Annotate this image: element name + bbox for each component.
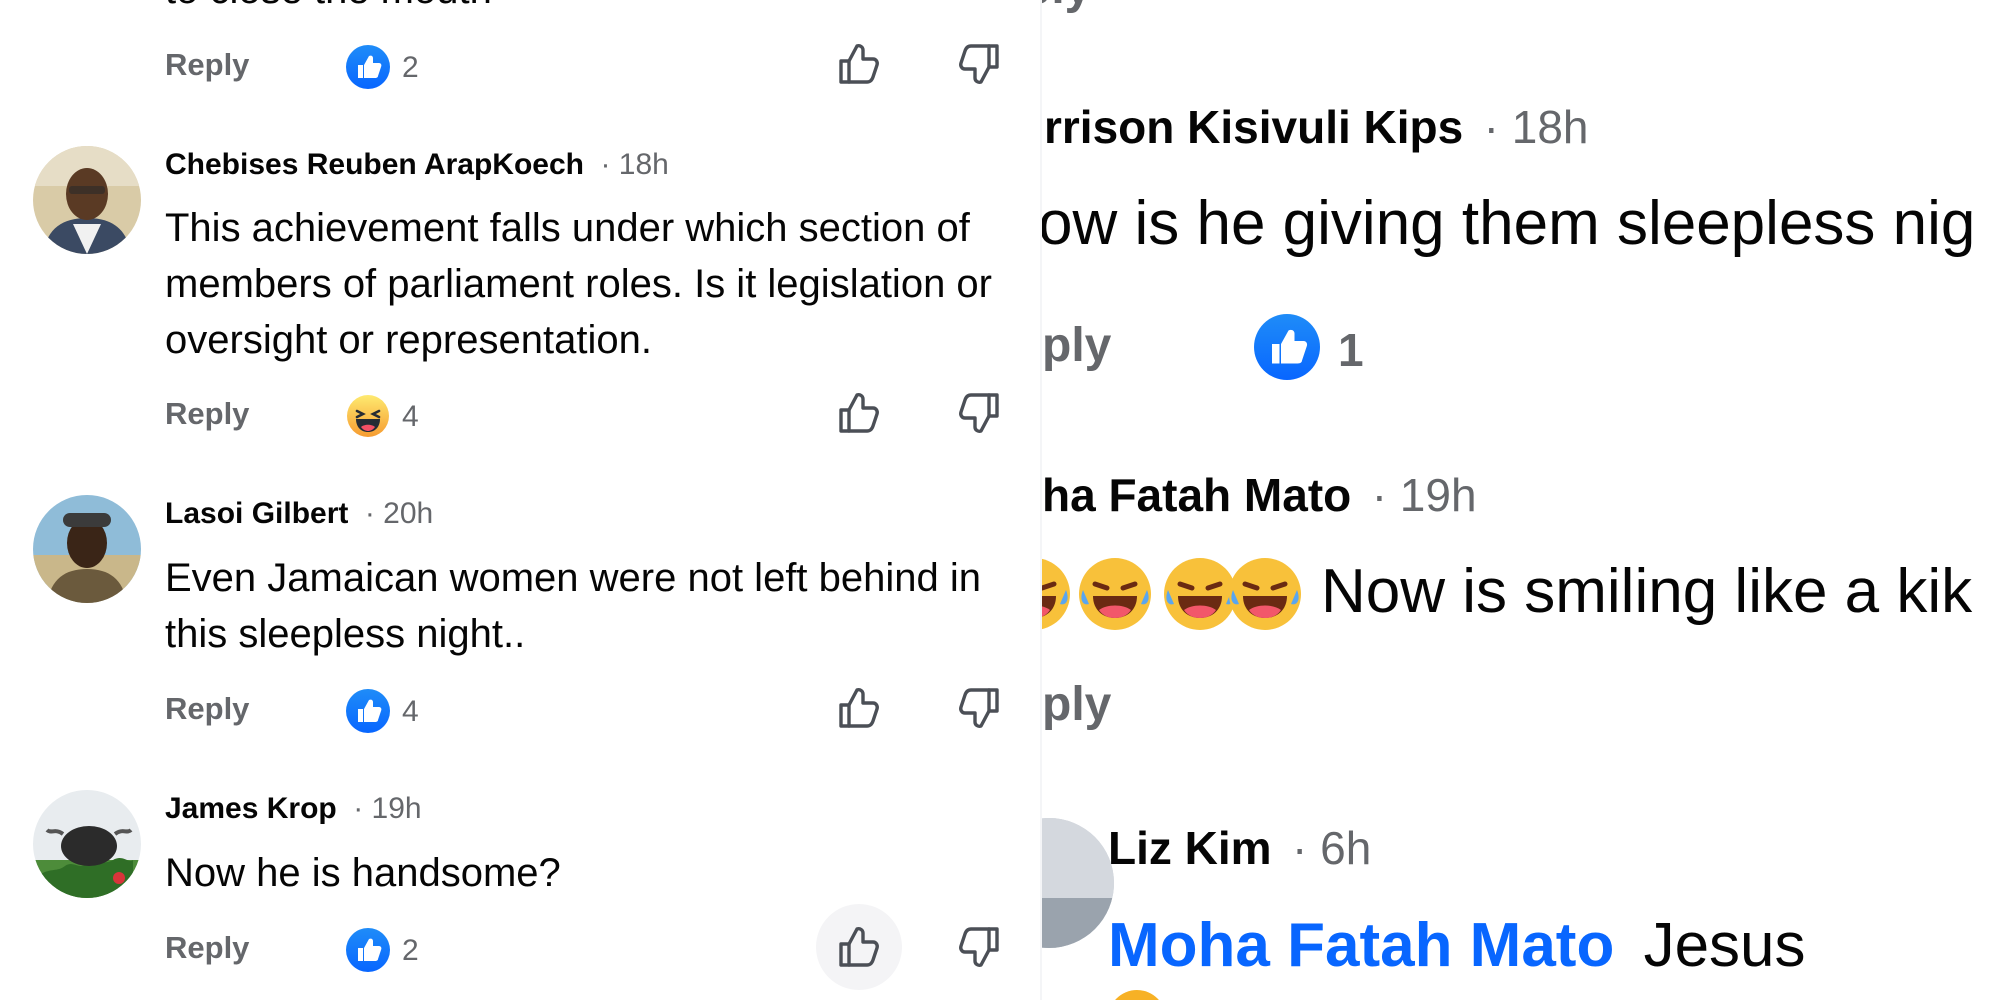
like-reaction-icon	[346, 689, 390, 733]
reply-button[interactable]: Reply	[165, 47, 249, 83]
reply-button-partial[interactable]: ply	[1042, 0, 1091, 15]
reply-button[interactable]: Reply	[165, 691, 249, 727]
comment-text: ow is he giving them sleepless nig	[1042, 189, 1976, 258]
like-reaction-icon	[1254, 314, 1320, 380]
reaction-count: 2	[402, 51, 419, 84]
comment-author[interactable]: Lasoi Gilbert	[165, 497, 348, 530]
reply-button[interactable]: Reply	[165, 396, 249, 432]
comment-header: Liz Kim · 6h	[1108, 821, 1371, 875]
comment-text-partial: to close the mouth	[165, 0, 1015, 18]
haha-reaction-icon	[346, 394, 390, 438]
comment-time[interactable]: · 19h	[353, 792, 421, 825]
thumbs-up-icon[interactable]	[835, 40, 883, 88]
comment-header: ha Fatah Mato · 19h	[1042, 468, 1477, 522]
avatar[interactable]	[33, 146, 141, 254]
tears-of-joy-icon	[1227, 556, 1303, 632]
comment-author[interactable]: rrison Kisivuli Kips	[1044, 101, 1463, 153]
like-reaction-icon	[346, 45, 390, 89]
mention-link[interactable]: Moha Fatah Mato	[1108, 911, 1614, 980]
thumbs-down-icon[interactable]	[955, 389, 1003, 437]
comment-text: Even Jamaican women were not left behind…	[165, 556, 982, 656]
thumbs-down-icon[interactable]	[955, 684, 1003, 732]
avatar[interactable]	[1042, 818, 1114, 948]
comment-author[interactable]: Liz Kim	[1108, 822, 1272, 874]
reaction-count: 4	[402, 695, 419, 728]
thumbs-down-icon[interactable]	[955, 40, 1003, 88]
comment-time[interactable]: · 18h	[600, 148, 668, 181]
tears-of-joy-icon	[1042, 556, 1072, 632]
comment-author[interactable]: Chebises Reuben ArapKoech	[165, 148, 584, 181]
avatar[interactable]	[33, 790, 141, 898]
reaction-count: 2	[402, 934, 419, 967]
emoji-partial	[1108, 990, 1166, 1000]
comment-text: Moha Fatah Mato Jesus	[1108, 910, 1806, 981]
thumbs-up-icon[interactable]	[835, 684, 883, 732]
comment-author[interactable]: ha Fatah Mato	[1042, 469, 1351, 521]
comment-text-body: Jesus	[1643, 911, 1806, 980]
reaction-count: 1	[1338, 324, 1364, 376]
avatar[interactable]	[33, 495, 141, 603]
left-comments-panel: to close the mouth Reply 2 Chebises Reub…	[0, 0, 1042, 1000]
thumbs-down-icon[interactable]	[955, 923, 1003, 971]
comment-text: This achievement falls under which secti…	[165, 206, 992, 362]
comment-time[interactable]: · 20h	[365, 497, 433, 530]
comment-time[interactable]: · 18h	[1484, 101, 1589, 153]
reply-button[interactable]: ply	[1042, 318, 1111, 373]
comment-text: Now is smiling like a kik	[1321, 557, 1973, 626]
reply-button[interactable]: ply	[1042, 677, 1111, 732]
comment-header: Lasoi Gilbert · 20h	[165, 497, 433, 531]
comment-header: rrison Kisivuli Kips · 18h	[1044, 100, 1589, 154]
thumbs-up-icon[interactable]	[835, 923, 883, 971]
comment-author[interactable]: James Krop	[165, 792, 337, 825]
comment-header: James Krop · 19h	[165, 792, 422, 826]
tears-of-joy-icon	[1077, 556, 1153, 632]
right-comments-panel-zoomed: ply rrison Kisivuli Kips · 18h ow is he …	[1042, 0, 2000, 1000]
like-reaction-icon	[346, 928, 390, 972]
reply-button[interactable]: Reply	[165, 930, 249, 966]
comment-time[interactable]: · 6h	[1292, 822, 1371, 874]
reaction-count: 4	[402, 400, 419, 433]
comment-text: Now he is handsome?	[165, 851, 561, 895]
thumbs-up-icon[interactable]	[835, 389, 883, 437]
comment-header: Chebises Reuben ArapKoech · 18h	[165, 148, 669, 182]
comment-time[interactable]: · 19h	[1372, 469, 1477, 521]
